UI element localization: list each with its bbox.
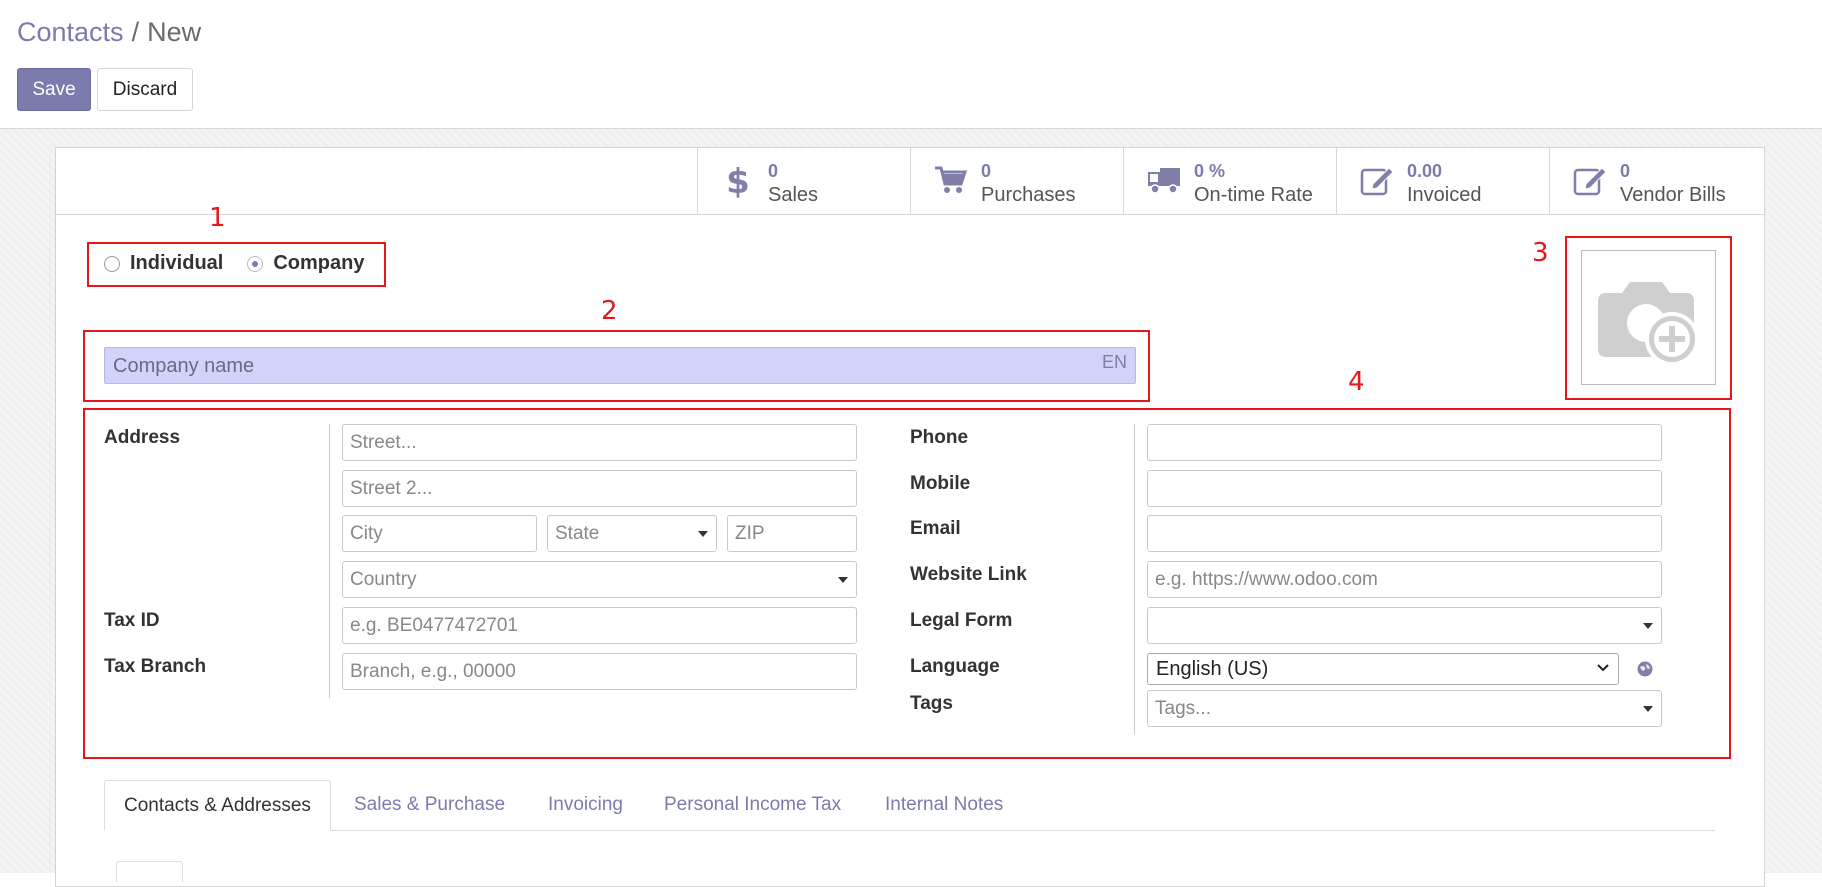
stat-invoiced-label: Invoiced [1407,184,1482,206]
discard-button[interactable]: Discard [97,68,193,111]
smart-button-bar: $ 0 Sales 0 Purchases 0 % On-time Rate 0… [56,148,1764,215]
stat-button-sales[interactable]: $ 0 Sales [697,148,910,214]
notebook-tabs: Contacts & Addresses Sales & Purchase In… [104,780,1715,831]
stat-vendor-bills-label: Vendor Bills [1620,184,1726,206]
stat-button-purchases[interactable]: 0 Purchases [910,148,1123,214]
tab-sales-purchase[interactable]: Sales & Purchase [354,780,505,830]
annotation-box-3 [1565,236,1732,400]
annotation-box-4 [83,408,1731,759]
control-panel: Contacts / New Save Discard [0,0,1822,129]
tab-internal-notes[interactable]: Internal Notes [885,780,1003,830]
breadcrumb-contacts-link[interactable]: Contacts [17,17,124,47]
cart-icon [935,166,968,193]
stat-sales-label: Sales [768,184,819,206]
edit-icon [1573,167,1607,196]
tab-invoicing[interactable]: Invoicing [548,780,623,830]
annotation-box-2 [83,330,1150,402]
breadcrumb-separator: / [131,17,140,47]
svg-text:$: $ [726,162,750,198]
annotation-number-3: 3 [1532,238,1549,268]
annotation-number-1: 1 [209,203,226,233]
tab-contacts-addresses[interactable]: Contacts & Addresses [104,780,331,831]
stat-purchases-label: Purchases [981,184,1076,206]
stat-purchases-value: 0 [981,161,992,181]
edit-icon [1360,167,1394,196]
annotation-number-2: 2 [601,296,618,326]
annotation-number-4: 4 [1348,367,1365,397]
stat-vendor-bills-value: 0 [1620,161,1631,181]
stat-button-on-time-rate[interactable]: 0 % On-time Rate [1123,148,1336,214]
stat-button-vendor-bills[interactable]: 0 Vendor Bills [1549,148,1762,214]
stat-invoiced-value: 0.00 [1407,161,1443,181]
dollar-icon: $ [726,162,750,198]
annotation-box-1 [87,242,386,287]
save-button[interactable]: Save [17,68,91,111]
stat-on-time-rate-value: 0 % [1194,161,1226,181]
stat-on-time-rate-label: On-time Rate [1194,184,1313,206]
breadcrumb: Contacts / New [17,17,201,48]
add-contact-card[interactable] [116,861,183,882]
breadcrumb-current: New [147,17,202,47]
tab-personal-income-tax[interactable]: Personal Income Tax [664,780,841,830]
truck-icon [1148,168,1180,194]
stat-button-invoiced[interactable]: 0.00 Invoiced [1336,148,1549,214]
stat-sales-value: 0 [768,161,779,181]
